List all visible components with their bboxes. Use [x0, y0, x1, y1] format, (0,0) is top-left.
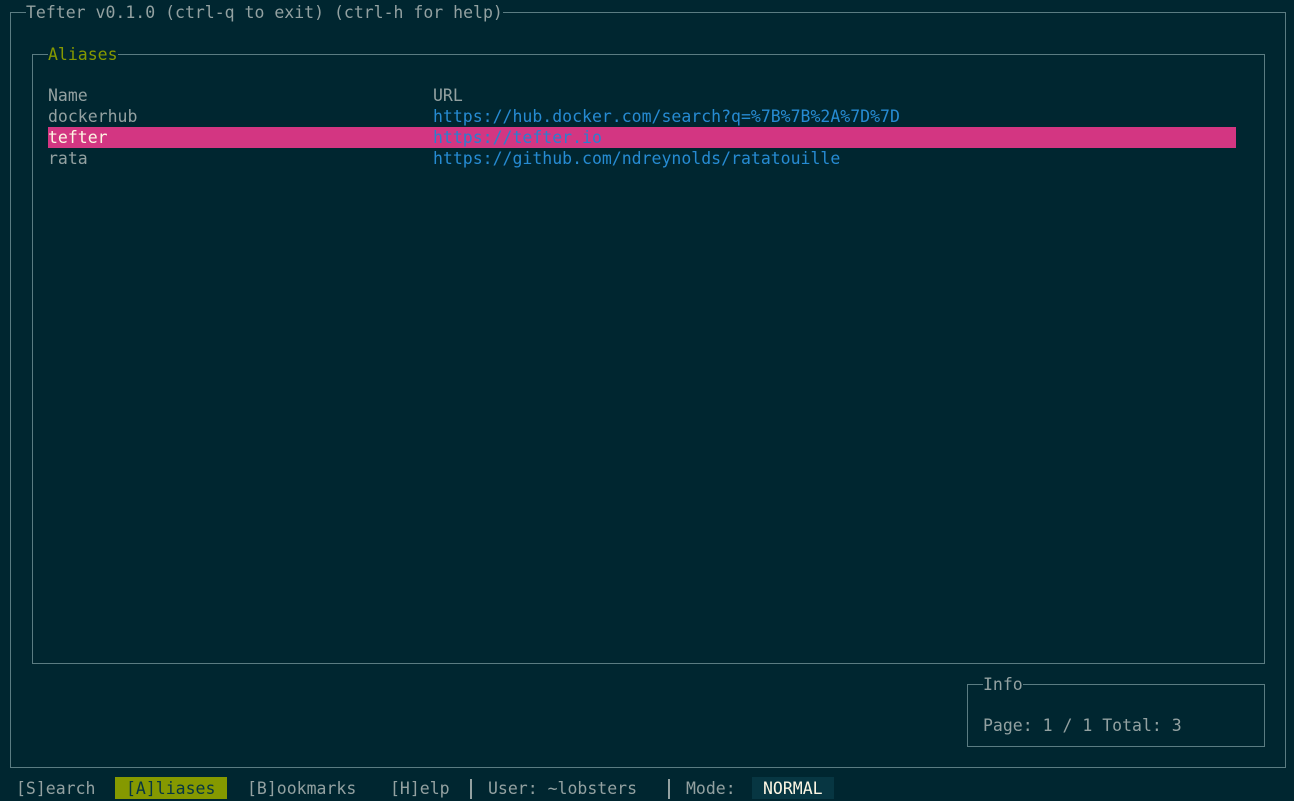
info-panel: Info Page: 1 / 1 Total: 3 — [967, 674, 1265, 747]
alias-name: tefter — [48, 128, 108, 147]
table-row-selected[interactable]: tefter https://tefter.io — [48, 127, 1236, 148]
tab-bookmarks[interactable]: [B]ookmarks — [247, 777, 356, 799]
tab-search[interactable]: [S]earch — [16, 777, 95, 799]
table-row[interactable]: rata https://github.com/ndreynolds/ratat… — [48, 148, 840, 169]
column-header-url: URL — [433, 86, 463, 105]
alias-url[interactable]: https://tefter.io — [433, 127, 602, 148]
info-panel-title: Info — [983, 674, 1023, 695]
table-header: Name URL — [48, 85, 463, 106]
app-title: Tefter v0.1.0 (ctrl-q to exit) (ctrl-h f… — [26, 2, 503, 23]
mode-label: Mode: — [686, 779, 736, 798]
info-text: Page: 1 / 1 Total: 3 — [983, 716, 1182, 735]
alias-url[interactable]: https://hub.docker.com/search?q=%7B%7B%2… — [433, 106, 900, 127]
statusbar-separator — [668, 779, 670, 799]
tab-aliases[interactable]: [A]liases — [115, 777, 228, 799]
alias-name: rata — [48, 149, 88, 168]
column-header-name: Name — [48, 86, 88, 105]
tab-help[interactable]: [H]elp — [390, 777, 450, 799]
alias-url[interactable]: https://github.com/ndreynolds/ratatouill… — [433, 148, 840, 169]
table-row[interactable]: dockerhub https://hub.docker.com/search?… — [48, 106, 900, 127]
statusbar: [S]earch [A]liases [B]ookmarks [H]elp Us… — [0, 777, 1294, 799]
mode-badge: NORMAL — [752, 777, 834, 799]
user-indicator: User: ~lobsters — [488, 779, 638, 798]
aliases-panel-title: Aliases — [48, 44, 118, 65]
alias-name: dockerhub — [48, 107, 138, 126]
statusbar-separator — [470, 779, 472, 799]
